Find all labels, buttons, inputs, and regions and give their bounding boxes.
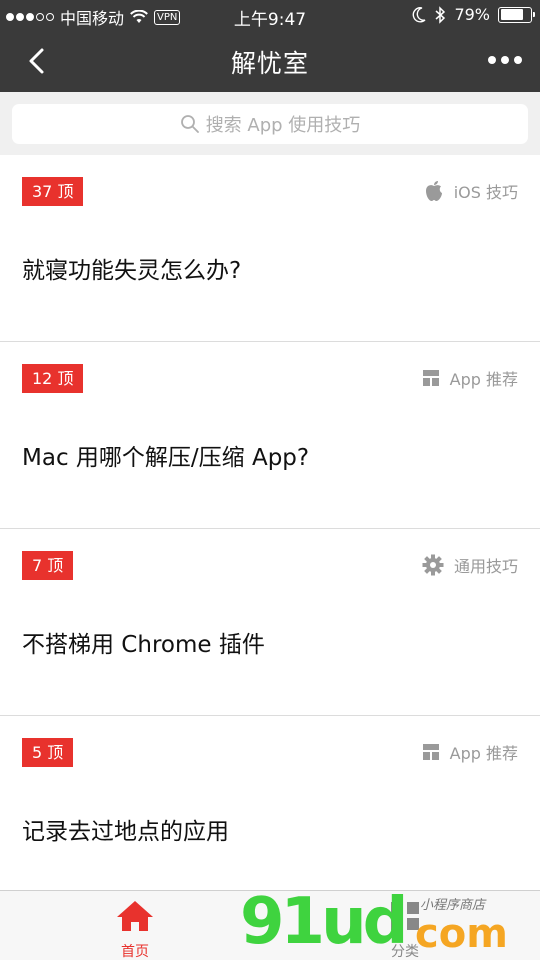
question-list: 37 顶 iOS 技巧 就寝功能失灵怎么办? 12 顶 App 推荐 Mac 用… [0, 155, 540, 903]
tab-bar: 首页 分类 [0, 890, 540, 960]
search-icon [180, 115, 199, 133]
vote-badge: 12 顶 [22, 364, 84, 393]
tab-category[interactable]: 分类 [345, 899, 465, 960]
question-title: 不搭梯用 Chrome 插件 [22, 632, 265, 658]
grid-icon [391, 902, 419, 930]
question-title: Mac 用哪个解压/压缩 App? [22, 445, 310, 471]
grid-icon [422, 744, 439, 760]
more-icon[interactable] [488, 56, 522, 64]
home-icon [117, 901, 153, 931]
tab-category-label: 分类 [391, 944, 419, 960]
category-tag: App 推荐 [422, 740, 518, 764]
grid-icon [422, 370, 439, 386]
search-bar: 搜索 App 使用技巧 [0, 92, 540, 155]
vote-badge: 7 顶 [22, 551, 74, 580]
nav-bar: 解忧室 [0, 30, 540, 92]
status-bar: 中国移动 VPN 上午9:47 79% [0, 0, 540, 30]
category-label: App 推荐 [449, 370, 518, 389]
list-item[interactable]: 12 顶 App 推荐 Mac 用哪个解压/压缩 App? [0, 342, 540, 529]
tab-home-label: 首页 [121, 944, 149, 960]
bluetooth-icon [435, 5, 446, 24]
category-tag: App 推荐 [422, 366, 518, 390]
vote-badge: 5 顶 [22, 738, 74, 767]
search-placeholder: 搜索 App 使用技巧 [205, 115, 361, 136]
list-item[interactable]: 7 顶 通用技巧 不搭梯用 Chrome 插件 [0, 529, 540, 716]
search-input[interactable]: 搜索 App 使用技巧 [12, 104, 528, 144]
question-title: 就寝功能失灵怎么办? [22, 258, 242, 284]
list-item[interactable]: 37 顶 iOS 技巧 就寝功能失灵怎么办? [0, 155, 540, 342]
page-title: 解忧室 [230, 49, 309, 78]
tab-home[interactable]: 首页 [75, 899, 195, 960]
apple-icon [425, 181, 442, 201]
question-title: 记录去过地点的应用 [22, 819, 229, 845]
status-right: 79% [412, 5, 535, 24]
moon-icon [413, 6, 426, 22]
category-label: 通用技巧 [453, 557, 518, 576]
category-tag: iOS 技巧 [424, 179, 518, 203]
category-label: iOS 技巧 [453, 183, 518, 202]
category-label: App 推荐 [449, 744, 518, 763]
battery-fill [500, 9, 524, 20]
gear-icon [422, 554, 444, 576]
battery-percent: 79% [454, 5, 490, 24]
battery-icon [498, 6, 535, 23]
vote-badge: 37 顶 [22, 177, 84, 206]
list-item[interactable]: 5 顶 App 推荐 记录去过地点的应用 [0, 716, 540, 903]
category-tag: 通用技巧 [422, 553, 518, 577]
